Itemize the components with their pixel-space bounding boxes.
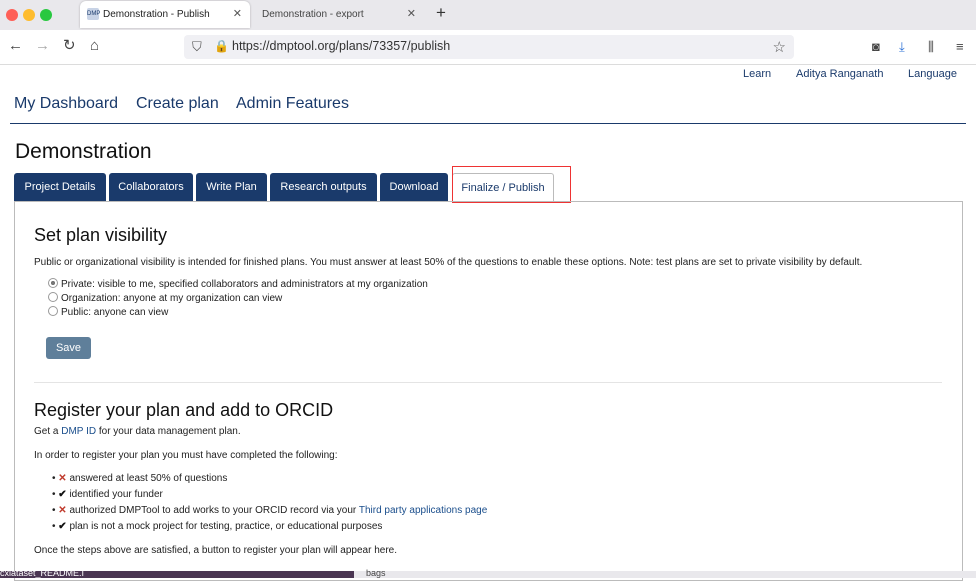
dmptool-favicon-icon: DMP: [87, 8, 100, 20]
language-menu-link[interactable]: Language: [908, 68, 957, 80]
shield-icon[interactable]: ⛉: [192, 39, 202, 55]
url-text[interactable]: https://dmptool.org/plans/73357/publish: [232, 39, 450, 53]
browser-tab-title: Demonstration - export: [262, 9, 364, 20]
requirement-text: answered at least 50% of questions: [69, 473, 228, 484]
learn-link[interactable]: Learn: [743, 68, 771, 80]
radio-label: Private: visible to me, specified collab…: [61, 279, 428, 290]
requirements-intro: In order to register your plan you must …: [34, 450, 338, 461]
orcid-heading: Register your plan and add to ORCID: [34, 400, 334, 420]
lock-icon[interactable]: 🔒: [214, 39, 229, 53]
nav-my-dashboard[interactable]: My Dashboard: [14, 95, 118, 113]
tab-project-details[interactable]: Project Details: [14, 173, 106, 201]
forward-arrow-icon[interactable]: →: [35, 38, 50, 54]
new-tab-icon[interactable]: +: [436, 3, 446, 23]
close-tab-icon[interactable]: ✕: [233, 1, 242, 28]
home-icon[interactable]: ⌂: [90, 38, 99, 54]
get-rest-text: for your data management plan.: [98, 426, 241, 437]
menu-icon[interactable]: ≡: [956, 39, 964, 54]
radio-button-icon[interactable]: [48, 292, 58, 302]
requirement-text: identified your funder: [69, 489, 163, 500]
radio-option-private[interactable]: Private: visible to me, specified collab…: [48, 278, 428, 290]
library-icon[interactable]: ⫼: [928, 39, 934, 55]
radio-option-organization[interactable]: Organization: anyone at my organization …: [48, 292, 282, 304]
checkmark-icon: ✔: [58, 521, 67, 532]
close-window-button[interactable]: [6, 9, 18, 21]
tab-collaborators[interactable]: Collaborators: [109, 173, 193, 201]
visibility-intro: Public or organizational visibility is i…: [34, 257, 863, 268]
visibility-heading: Set plan visibility: [34, 225, 168, 245]
browser-tab-active[interactable]: DMP Demonstration - Publish ✕: [80, 1, 250, 28]
tab-write-plan[interactable]: Write Plan: [196, 173, 267, 201]
radio-label: Public: anyone can view: [61, 307, 169, 318]
requirement-text: plan is not a mock project for testing, …: [69, 521, 383, 532]
close-tab-icon[interactable]: ✕: [407, 1, 416, 28]
nav-admin-features[interactable]: Admin Features: [236, 95, 349, 113]
requirement-text: authorized DMPTool to add works to your …: [69, 505, 357, 516]
get-a-text: Get a: [34, 426, 59, 437]
radio-option-public[interactable]: Public: anyone can view: [48, 306, 168, 318]
zoom-window-button[interactable]: [40, 9, 52, 21]
radio-button-icon[interactable]: [48, 278, 58, 288]
radio-label: Organization: anyone at my organization …: [61, 293, 283, 304]
register-footer-text: Once the steps above are satisfied, a bu…: [34, 545, 397, 556]
background-file-label: cxlataset_README.I: [0, 568, 85, 578]
save-button[interactable]: Save: [46, 337, 91, 359]
page-title: Demonstration: [15, 140, 152, 163]
header-divider: [10, 123, 966, 124]
bookmark-star-icon[interactable]: ☆: [773, 38, 786, 56]
requirement-item: • ✕ answered at least 50% of questions: [52, 473, 228, 484]
browser-tab-title: Demonstration - Publish: [103, 9, 210, 20]
x-mark-icon: ✕: [58, 505, 67, 516]
address-bar[interactable]: ⛉ 🔒 https://dmptool.org/plans/73357/publ…: [184, 35, 794, 59]
requirement-item: • ✕ authorized DMPTool to add works to y…: [52, 505, 488, 516]
back-arrow-icon[interactable]: ←: [8, 38, 23, 54]
highlight-box: [452, 166, 571, 203]
browser-tab-inactive[interactable]: Demonstration - export ✕: [254, 1, 424, 28]
background-window: bags: [354, 568, 976, 578]
radio-button-icon[interactable]: [48, 306, 58, 316]
minimize-window-button[interactable]: [23, 9, 35, 21]
background-window-label: bags: [366, 568, 386, 578]
x-mark-icon: ✕: [58, 473, 67, 484]
requirement-item: • ✔ plan is not a mock project for testi…: [52, 521, 383, 532]
downloads-icon[interactable]: ⤓: [899, 39, 905, 55]
checkmark-icon: ✔: [58, 489, 67, 500]
get-dmp-id-text: Get a DMP ID for your data management pl…: [34, 426, 241, 437]
reload-icon[interactable]: ↻: [63, 38, 76, 54]
tab-research-outputs[interactable]: Research outputs: [270, 173, 377, 201]
tab-download[interactable]: Download: [380, 173, 448, 201]
requirement-item: • ✔ identified your funder: [52, 489, 163, 500]
user-menu-link[interactable]: Aditya Ranganath: [796, 68, 883, 80]
browser-tab-strip: DMP Demonstration - Publish ✕ Demonstrat…: [0, 0, 976, 30]
section-divider: [34, 382, 942, 383]
nav-create-plan[interactable]: Create plan: [136, 95, 219, 113]
pocket-icon[interactable]: ◙: [872, 39, 880, 54]
dmp-id-link[interactable]: DMP ID: [61, 426, 96, 437]
background-window-strip: cxlataset_README.I bags: [0, 568, 976, 578]
third-party-apps-link[interactable]: Third party applications page: [359, 505, 487, 516]
browser-navbar: ← → ↻ ⌂ ⛉ 🔒 https://dmptool.org/plans/73…: [0, 30, 976, 65]
